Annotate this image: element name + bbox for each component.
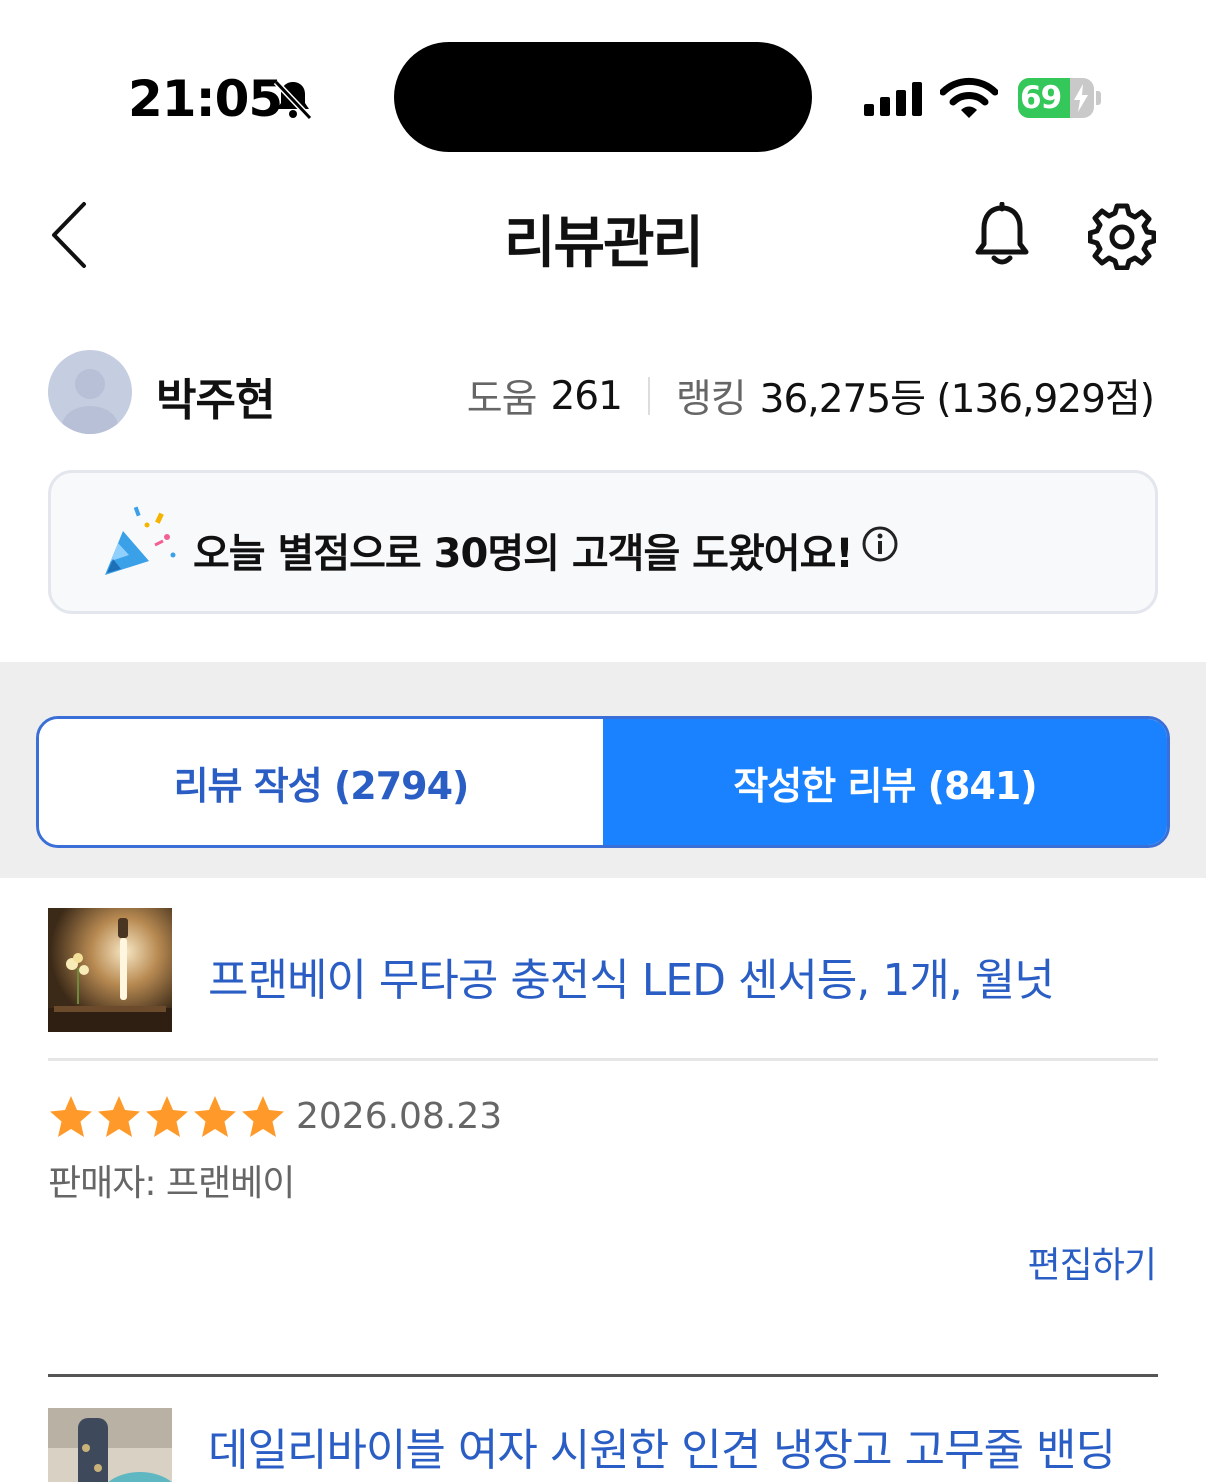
cellular-signal-icon	[864, 82, 922, 116]
seller-name: 판매자: 프랜베이	[48, 1163, 295, 1204]
bell-slash-icon	[273, 79, 313, 121]
star-icon	[194, 1096, 236, 1137]
help-label: 도움	[466, 377, 538, 422]
product-image	[48, 908, 172, 1032]
status-bar: 21:05 69	[0, 0, 1206, 190]
user-name: 박주현	[156, 375, 275, 426]
divider	[48, 1058, 1158, 1061]
star-icon	[50, 1096, 92, 1137]
edit-review-link[interactable]: 편집하기	[1028, 1236, 1157, 1288]
review-tabs: 리뷰 작성 (2794) 작성한 리뷰 (841)	[36, 716, 1170, 848]
dynamic-island	[394, 42, 812, 152]
review-divider	[48, 1374, 1158, 1377]
product-thumbnail[interactable]	[48, 1408, 172, 1482]
help-value: 261	[550, 373, 622, 419]
bell-icon[interactable]	[972, 202, 1032, 268]
battery-cap	[1096, 91, 1101, 105]
product-title[interactable]: 데일리바이블 여자 시원한 인견 냉장고 고무줄 밴딩	[208, 1414, 1116, 1478]
status-time: 21:05	[128, 70, 283, 128]
tab-write-review[interactable]: 리뷰 작성 (2794)	[39, 719, 603, 845]
ranking-label: 랭킹	[675, 377, 747, 422]
tab-written-reviews[interactable]: 작성한 리뷰 (841)	[603, 719, 1167, 845]
stats-divider	[647, 377, 650, 415]
charging-bolt-icon	[1074, 84, 1088, 112]
battery-charging-icon: 69	[1018, 78, 1101, 118]
party-popper-icon	[105, 506, 176, 575]
user-silhouette-icon	[62, 369, 118, 434]
banner-text: 오늘 별점으로 30명의 고객을 도왔어요!	[193, 531, 854, 577]
product-title[interactable]: 프랜베이 무타공 충전식 LED 센서등, 1개, 월넛	[208, 944, 1055, 1008]
gear-icon[interactable]	[1088, 202, 1156, 270]
star-icon	[242, 1096, 284, 1137]
star-icon	[146, 1096, 188, 1137]
help-banner: 오늘 별점으로 30명의 고객을 도왔어요!	[48, 470, 1158, 614]
review-date: 2026.08.23	[296, 1096, 503, 1137]
product-image	[48, 1408, 172, 1482]
avatar	[48, 350, 132, 434]
battery-body: 69	[1018, 78, 1094, 118]
battery-percent: 69	[1020, 80, 1062, 116]
ranking-value: 36,275등 (136,929점)	[759, 377, 1155, 422]
star-icon	[98, 1096, 140, 1137]
wifi-icon	[940, 77, 998, 118]
info-icon[interactable]	[861, 525, 899, 563]
star-rating	[48, 1094, 286, 1140]
product-thumbnail[interactable]	[48, 908, 172, 1032]
user-stats: 도움 261 랭킹 36,275등 (136,929점)	[466, 368, 1155, 424]
